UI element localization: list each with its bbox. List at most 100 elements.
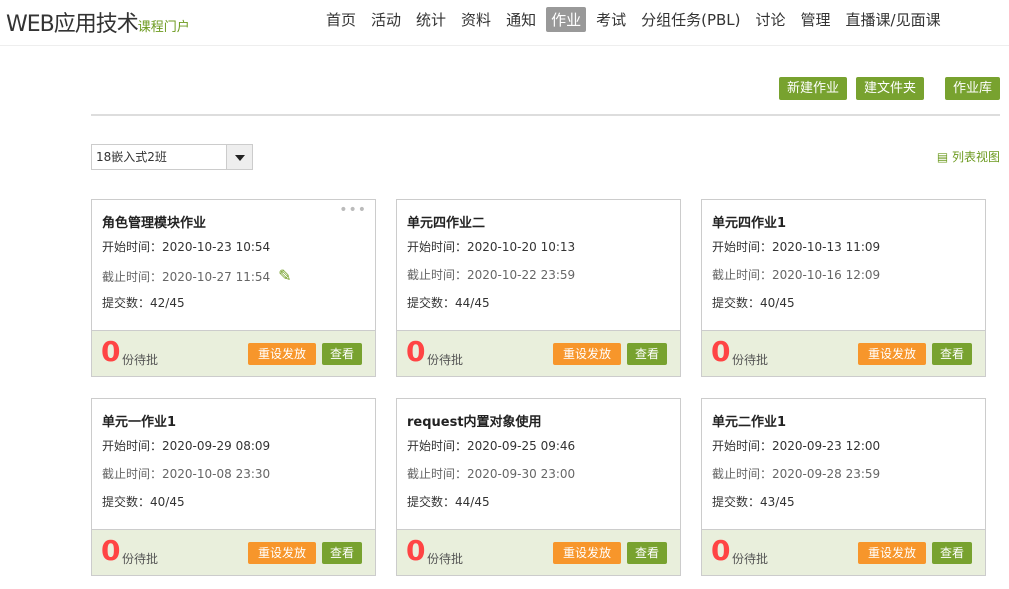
start-label: 开始时间： xyxy=(712,240,773,254)
assignment-card: ••• 角色管理模块作业 开始时间：2020-10-23 10:54 截止时间：… xyxy=(91,199,376,377)
end-label: 截止时间： xyxy=(102,270,163,284)
submit-value: 40/45 xyxy=(150,495,185,509)
submit-value: 44/45 xyxy=(455,495,490,509)
course-logo[interactable]: WEB应用技术课程门户 xyxy=(6,6,190,38)
view-button[interactable]: 查看 xyxy=(321,343,362,365)
nav-item[interactable]: 通知 xyxy=(501,7,541,32)
end-value: 2020-09-30 23:00 xyxy=(467,467,576,481)
start-label: 开始时间： xyxy=(407,240,468,254)
end-time: 截止时间：2020-10-22 23:59 xyxy=(407,266,575,283)
nav-item[interactable]: 统计 xyxy=(411,7,451,32)
submit-label: 提交数： xyxy=(407,296,456,310)
assignment-title[interactable]: 单元二作业1 xyxy=(712,411,786,430)
nav-item[interactable]: 作业 xyxy=(546,7,587,32)
card-footer: 0 份待批 重设发放 查看 xyxy=(702,529,985,575)
class-select-value: 18嵌入式2班 xyxy=(96,150,167,164)
submit-value: 43/45 xyxy=(760,495,795,509)
new-folder-button[interactable]: 建文件夹 xyxy=(855,77,924,100)
end-time: 截止时间：2020-10-08 23:30 xyxy=(102,465,270,482)
reset-publish-button[interactable]: 重设发放 xyxy=(857,343,926,365)
start-label: 开始时间： xyxy=(407,439,468,453)
end-time: 截止时间：2020-09-30 23:00 xyxy=(407,465,575,482)
view-button[interactable]: 查看 xyxy=(321,542,362,564)
pending-label: 份待批 xyxy=(122,353,159,367)
reset-publish-button[interactable]: 重设发放 xyxy=(247,343,316,365)
assignment-title[interactable]: 角色管理模块作业 xyxy=(102,212,206,231)
end-label: 截止时间： xyxy=(407,467,468,481)
nav-item[interactable]: 管理 xyxy=(796,7,836,32)
reset-publish-button[interactable]: 重设发放 xyxy=(247,542,316,564)
submit-count: 提交数：44/45 xyxy=(407,493,490,510)
chevron-down-icon[interactable] xyxy=(226,145,252,169)
submit-label: 提交数： xyxy=(102,296,151,310)
card-footer: 0 份待批 重设发放 查看 xyxy=(92,330,375,376)
nav-item[interactable]: 首页 xyxy=(321,7,361,32)
pending-label: 份待批 xyxy=(732,353,769,367)
assignment-card: 单元二作业1 开始时间：2020-09-23 12:00 截止时间：2020-0… xyxy=(701,398,986,576)
class-select[interactable]: 18嵌入式2班 xyxy=(91,144,253,170)
pending-label: 份待批 xyxy=(732,552,769,566)
start-time: 开始时间：2020-09-23 12:00 xyxy=(712,437,880,454)
main-nav: 首页 活动 统计 资料 通知 作业 考试 分组任务(PBL) 讨论 管理 直播课/见面课 xyxy=(321,7,951,32)
submit-label: 提交数： xyxy=(712,495,761,509)
pending-count: 0 xyxy=(406,534,426,567)
reset-publish-button[interactable]: 重设发放 xyxy=(552,343,621,365)
header: WEB应用技术课程门户 首页 活动 统计 资料 通知 作业 考试 分组任务(PBL) 讨论 管理直… xyxy=(0,0,1009,46)
divider xyxy=(91,114,1000,116)
pending-count: 0 xyxy=(101,534,121,567)
nav-item[interactable]: 考试 xyxy=(591,7,631,32)
new-assignment-button[interactable]: 新建作业 xyxy=(778,77,847,100)
view-button[interactable]: 查看 xyxy=(931,343,972,365)
more-icon[interactable]: ••• xyxy=(339,202,367,218)
assignment-title[interactable]: 单元四作业二 xyxy=(407,212,485,231)
end-label: 截止时间： xyxy=(407,268,468,282)
submit-count: 提交数：40/45 xyxy=(102,493,185,510)
view-button[interactable]: 查看 xyxy=(931,542,972,564)
edit-icon[interactable]: ✎ xyxy=(278,266,291,285)
end-label: 截止时间： xyxy=(712,467,773,481)
start-label: 开始时间： xyxy=(102,439,163,453)
assignment-title[interactable]: 单元四作业1 xyxy=(712,212,786,231)
list-view-toggle[interactable]: ▤ 列表视图 xyxy=(937,148,1000,165)
list-icon: ▤ xyxy=(936,150,949,164)
start-label: 开始时间： xyxy=(102,240,163,254)
card-footer: 0 份待批 重设发放 查看 xyxy=(397,330,680,376)
reset-publish-button[interactable]: 重设发放 xyxy=(552,542,621,564)
course-portal-label: 课程门户 xyxy=(137,20,190,35)
card-footer: 0 份待批 重设发放 查看 xyxy=(397,529,680,575)
submit-value: 42/45 xyxy=(150,296,185,310)
reset-publish-button[interactable]: 重设发放 xyxy=(857,542,926,564)
pending-label: 份待批 xyxy=(427,552,464,566)
end-value: 2020-10-22 23:59 xyxy=(467,268,576,282)
nav-item[interactable]: 讨论 xyxy=(751,7,791,32)
pending-count: 0 xyxy=(101,335,121,368)
pending-count: 0 xyxy=(711,534,731,567)
start-time: 开始时间：2020-09-25 09:46 xyxy=(407,437,575,454)
nav-item[interactable]: 资料 xyxy=(456,7,496,32)
assignment-title[interactable]: 单元一作业1 xyxy=(102,411,176,430)
end-time: 截止时间：2020-10-16 12:09 xyxy=(712,266,880,283)
nav-item[interactable]: 活动 xyxy=(366,7,406,32)
assignment-library-button[interactable]: 作业库 xyxy=(944,77,1000,100)
start-label: 开始时间： xyxy=(712,439,773,453)
start-time: 开始时间：2020-10-13 11:09 xyxy=(712,238,880,255)
pending-label: 份待批 xyxy=(122,552,159,566)
card-footer: 0 份待批 重设发放 查看 xyxy=(92,529,375,575)
submit-count: 提交数：43/45 xyxy=(712,493,795,510)
end-value: 2020-09-28 23:59 xyxy=(772,467,881,481)
pending-count: 0 xyxy=(406,335,426,368)
pending-label: 份待批 xyxy=(427,353,464,367)
end-value: 2020-10-16 12:09 xyxy=(772,268,881,282)
start-time: 开始时间：2020-10-20 10:13 xyxy=(407,238,575,255)
view-button[interactable]: 查看 xyxy=(626,542,667,564)
submit-value: 40/45 xyxy=(760,296,795,310)
assignment-card: 单元四作业1 开始时间：2020-10-13 11:09 截止时间：2020-1… xyxy=(701,199,986,377)
start-time: 开始时间：2020-10-23 10:54 xyxy=(102,238,270,255)
assignment-card: 单元四作业二 开始时间：2020-10-20 10:13 截止时间：2020-1… xyxy=(396,199,681,377)
view-button[interactable]: 查看 xyxy=(626,343,667,365)
list-view-label: 列表视图 xyxy=(951,150,1000,164)
nav-item[interactable]: 直播课/见面课 xyxy=(841,7,946,32)
nav-item[interactable]: 分组任务(PBL) xyxy=(636,7,745,32)
submit-label: 提交数： xyxy=(712,296,761,310)
assignment-title[interactable]: request内置对象使用 xyxy=(407,411,542,430)
